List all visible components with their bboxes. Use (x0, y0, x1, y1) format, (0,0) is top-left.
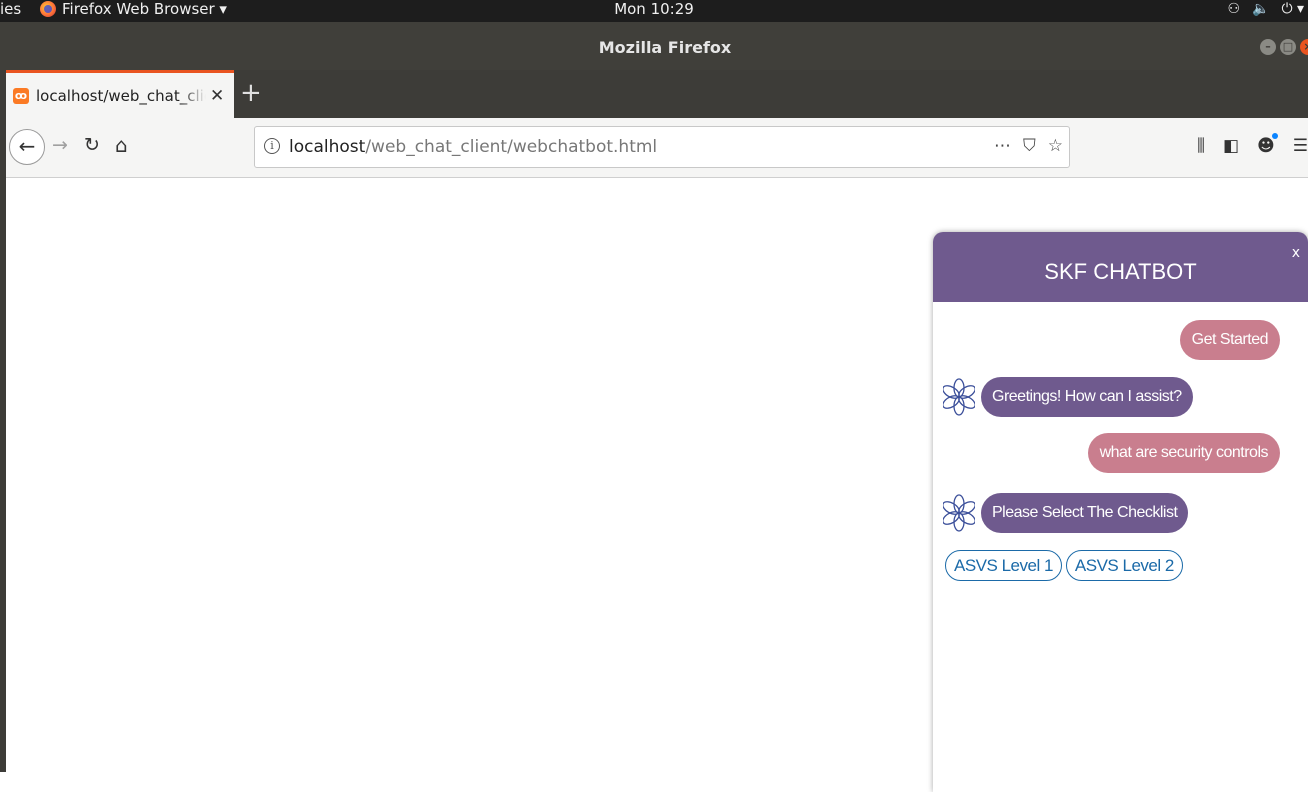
tab-close-icon[interactable]: ✕ (210, 86, 224, 106)
url-host: localhost (289, 137, 366, 157)
navigation-toolbar: ← → ↻ ⌂ i localhost/web_chat_client/webc… (6, 118, 1308, 178)
quick-reply-asvs-level-1[interactable]: ASVS Level 1 (945, 550, 1062, 581)
menu-icon[interactable]: ☰ (1293, 136, 1308, 156)
toolbar-icons: ⫼ ◧ ☻ ☰ (1197, 133, 1308, 156)
chatbot-header: SKF CHATBOT x (933, 232, 1308, 302)
user-message: Get Started (1179, 320, 1280, 360)
back-arrow-icon: ← (18, 134, 36, 158)
maximize-icon[interactable]: □ (1280, 39, 1296, 55)
bot-message-row: Please Select The Checklist (943, 491, 1189, 535)
new-tab-button[interactable]: + (240, 78, 262, 108)
url-path: /web_chat_client/webchatbot.html (365, 137, 658, 157)
bot-message: Please Select The Checklist (981, 493, 1189, 533)
window-title-bar: Mozilla Firefox – □ × (0, 22, 1308, 70)
back-button[interactable]: ← (9, 129, 45, 165)
url-bar[interactable]: i localhost/web_chat_client/webchatbot.h… (254, 126, 1070, 168)
account-badge (1271, 133, 1278, 139)
system-top-bar: ies Firefox Web Browser ▾ Mon 10:29 ⚇ 🔈 … (0, 0, 1308, 22)
forward-icon[interactable]: → (52, 134, 68, 156)
bot-message-row: Greetings! How can I assist? (943, 375, 1193, 419)
url-text[interactable]: localhost/web_chat_client/webchatbot.htm… (289, 137, 657, 157)
reload-icon[interactable]: ↻ (84, 134, 100, 156)
clock[interactable]: Mon 10:29 (0, 0, 1308, 18)
bot-avatar-icon (943, 378, 975, 416)
chatbot-close-button[interactable]: x (1292, 245, 1300, 261)
sidebar-icon[interactable]: ◧ (1223, 136, 1239, 156)
home-icon[interactable]: ⌂ (115, 133, 128, 157)
tab-label: localhost/web_chat_client/webchatbot.htm… (36, 86, 206, 105)
library-icon[interactable]: ⫼ (1197, 136, 1205, 156)
minimize-icon[interactable]: – (1260, 39, 1276, 55)
quick-replies: ASVS Level 1 ASVS Level 2 (945, 550, 1183, 581)
network-icon[interactable]: ⚇ (1227, 0, 1240, 18)
window-title: Mozilla Firefox (598, 38, 732, 57)
chatbot-title: SKF CHATBOT (1044, 259, 1197, 284)
power-icon[interactable]: ⏻ ▾ (1281, 0, 1304, 18)
account-icon[interactable]: ☻ (1257, 133, 1278, 156)
close-window-icon[interactable]: × (1300, 39, 1308, 55)
pocket-icon[interactable]: ⛉ (1023, 136, 1036, 156)
quick-reply-asvs-level-2[interactable]: ASVS Level 2 (1065, 550, 1183, 581)
volume-icon[interactable]: 🔈 (1252, 0, 1269, 18)
bot-avatar-icon (943, 494, 975, 532)
more-actions-icon[interactable]: ⋯ (994, 136, 1011, 156)
page-content: SKF CHATBOT x Get Started Greetings! How… (6, 178, 1308, 792)
tab-active[interactable]: ꝏ localhost/web_chat_client/webchatbot.h… (6, 70, 234, 118)
tab-strip: ꝏ localhost/web_chat_client/webchatbot.h… (0, 70, 1308, 118)
bookmark-star-icon[interactable]: ☆ (1048, 136, 1063, 156)
window-controls: – □ × (1260, 39, 1308, 55)
chatbot-widget: SKF CHATBOT x Get Started Greetings! How… (933, 232, 1308, 792)
page-actions: ⋯ ⛉ ☆ (994, 136, 1063, 156)
favicon-icon: ꝏ (13, 87, 29, 104)
bot-message: Greetings! How can I assist? (981, 377, 1193, 417)
info-icon[interactable]: i (264, 138, 280, 154)
system-tray[interactable]: ⚇ 🔈 ⏻ ▾ (1227, 0, 1304, 18)
user-message: what are security controls (1087, 433, 1280, 473)
